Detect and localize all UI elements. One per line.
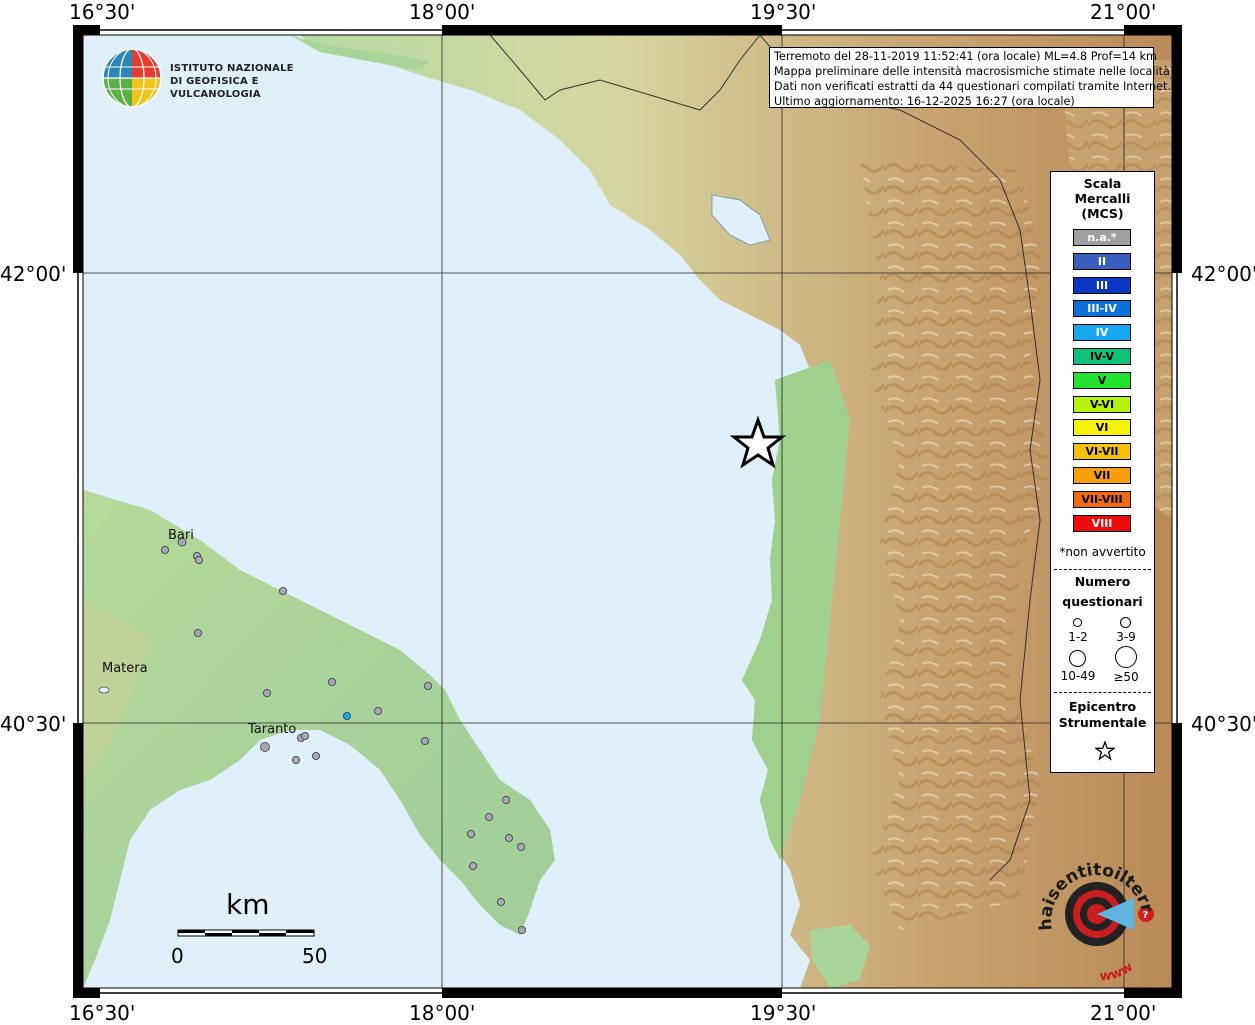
event-info-line-4: Ultimo aggiornamento: 16-12-2025 16:27 (… — [774, 95, 1075, 108]
tick-top-4: 21°00' — [1090, 0, 1157, 24]
tick-top-3: 19°30' — [750, 0, 817, 24]
report-dot[interactable] — [466, 829, 476, 839]
mcs-scale-item: n.a.* — [1073, 229, 1131, 246]
report-dot[interactable] — [311, 751, 321, 761]
report-dot[interactable] — [420, 736, 430, 746]
mcs-scale-item: V-VI — [1073, 395, 1131, 413]
report-dot[interactable] — [423, 681, 433, 691]
scale-end-label: 50 — [302, 944, 328, 968]
legend-divider-1 — [1054, 569, 1151, 570]
mcs-scale-item: V — [1073, 371, 1131, 389]
tick-bottom-4: 21°00' — [1090, 1001, 1157, 1025]
globe-icon — [102, 48, 162, 108]
count-title-1: Numero — [1074, 574, 1131, 589]
haisentito-logo[interactable]: ? haisentitoilterremoto.it www — [1021, 837, 1165, 987]
scale-start-label: 0 — [171, 944, 184, 968]
count-label-1: 1-2 — [1068, 630, 1088, 644]
mcs-scale-item: III-IV — [1073, 300, 1131, 318]
tick-right-1: 42°00' — [1191, 262, 1255, 286]
legend-divider-2 — [1054, 692, 1151, 693]
svg-text:www: www — [1099, 960, 1136, 985]
report-dot[interactable] — [342, 711, 352, 721]
logo-line-1: ISTITUTO NAZIONALE — [170, 63, 294, 74]
count-circle-small — [1073, 618, 1082, 627]
not-felt-note: *non avvertito — [1059, 545, 1146, 559]
tick-right-2: 40°30' — [1191, 712, 1255, 736]
logo-line-2: DI GEOFISICA E VULCANOLOGIA — [170, 76, 261, 100]
epicenter-title-2: Strumentale — [1058, 715, 1147, 730]
count-circle-medium — [1120, 617, 1131, 628]
legend-title-3: (MCS) — [1081, 206, 1124, 221]
report-dot[interactable] — [504, 833, 514, 843]
mcs-scale-item: II — [1073, 252, 1131, 270]
mcs-scale-item: IV-V — [1073, 348, 1131, 365]
epicenter-title-1: Epicentro — [1068, 699, 1137, 714]
count-label-4: ≥50 — [1113, 670, 1139, 684]
count-circle-xlarge — [1115, 646, 1137, 668]
ingv-logo: ISTITUTO NAZIONALE DI GEOFISICA E VULCAN… — [101, 46, 321, 110]
tick-left-1: 42°00' — [0, 262, 67, 286]
count-label-2: 3-9 — [1116, 630, 1136, 644]
city-label-taranto: Taranto — [248, 722, 297, 737]
ingv-logo-text: ISTITUTO NAZIONALE DI GEOFISICA E VULCAN… — [170, 62, 321, 101]
legend: Scala Mercalli (MCS) n.a.* II III III-IV IV I… — [1050, 171, 1155, 773]
event-info-line-1: Terremoto del 28-11-2019 11:52:41 (ora l… — [774, 50, 1157, 63]
lake-marker — [98, 686, 110, 694]
report-dot[interactable] — [501, 795, 511, 805]
report-dot[interactable] — [496, 897, 506, 907]
tick-top-2: 18°00' — [409, 0, 476, 24]
count-title-2: questionari — [1062, 594, 1143, 609]
report-dot[interactable] — [291, 755, 301, 765]
city-label-matera: Matera — [102, 661, 148, 676]
mcs-scale-item: VI — [1073, 419, 1131, 437]
watermark-url: www — [1099, 960, 1136, 985]
mcs-scale-item: VII-VIII — [1073, 490, 1131, 508]
tick-bottom-2: 18°00' — [409, 1001, 476, 1025]
tick-top-1: 16°30' — [69, 0, 136, 24]
report-dot[interactable] — [517, 925, 527, 935]
tick-bottom-3: 19°30' — [750, 1001, 817, 1025]
report-dot[interactable] — [516, 842, 526, 852]
mcs-scale-item: VIII — [1073, 514, 1131, 532]
legend-title-2: Mercalli — [1074, 191, 1131, 206]
scale-unit-label: km — [226, 888, 270, 921]
city-marker-taranto — [260, 742, 270, 752]
report-dot[interactable] — [484, 812, 494, 822]
report-dot[interactable] — [468, 861, 478, 871]
city-label-bari: Bari — [168, 528, 194, 543]
mcs-scale-item: VII — [1073, 467, 1131, 484]
report-dot[interactable] — [160, 545, 170, 555]
report-dot[interactable] — [327, 677, 337, 687]
report-dot[interactable] — [194, 555, 204, 565]
legend-title-1: Scala — [1083, 176, 1122, 191]
count-circle-large — [1069, 650, 1086, 667]
report-dot[interactable] — [262, 688, 272, 698]
report-dot[interactable] — [278, 586, 288, 596]
mcs-scale-item: VI-VII — [1073, 443, 1131, 461]
report-dot[interactable] — [373, 706, 383, 716]
report-dot[interactable] — [300, 731, 310, 741]
legend-star-icon — [1095, 741, 1115, 761]
tick-left-2: 40°30' — [0, 712, 67, 736]
report-dot[interactable] — [193, 628, 203, 638]
tick-bottom-1: 16°30' — [69, 1001, 136, 1025]
count-label-3: 10-49 — [1060, 669, 1096, 683]
event-info-line-2: Mappa preliminare delle intensità macros… — [774, 65, 1170, 78]
event-info-line-3: Dati non verificati estratti da 44 quest… — [774, 80, 1171, 93]
mcs-scale-item: III — [1073, 276, 1131, 294]
mcs-scale-item: IV — [1073, 324, 1131, 342]
scale-bar — [177, 929, 315, 937]
event-info-box: Terremoto del 28-11-2019 11:52:41 (ora l… — [769, 47, 1171, 108]
